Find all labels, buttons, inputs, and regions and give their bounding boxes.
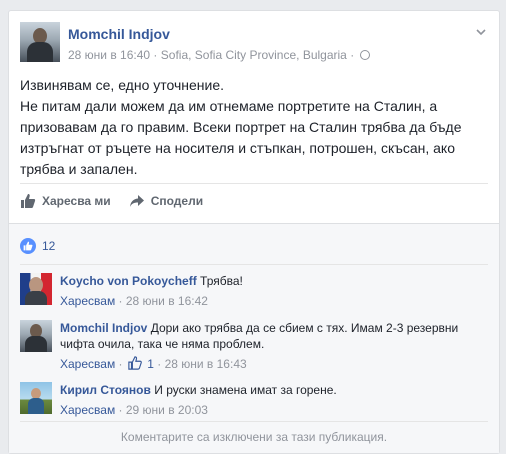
author-name[interactable]: Momchil Indjov xyxy=(68,26,170,42)
post-text-line: Не питам дали можем да им отнемаме портр… xyxy=(20,98,438,114)
comment-item: Momchil Indjov Дори ако трябва да се сби… xyxy=(20,320,488,376)
post-actions: Харесва ми Сподели xyxy=(20,189,221,213)
post-text-line: Извинявам се, едно уточнение. xyxy=(20,77,225,93)
comments-section: 12 Koycho von Pokoycheff Трябва! Харесва… xyxy=(9,223,499,453)
post-meta: 28 юни в 16:40 · Sofia, Sofia City Provi… xyxy=(68,48,370,62)
like-icon xyxy=(21,194,36,208)
comment-date[interactable]: 28 юни в 16:43 xyxy=(165,357,247,371)
divider xyxy=(20,183,488,184)
post-text-line: изтръгнат от ръцете на носителя и стъпка… xyxy=(20,140,455,156)
comment-date[interactable]: 29 юни в 20:03 xyxy=(126,403,208,417)
divider xyxy=(20,421,488,422)
comment-date[interactable]: 28 юни в 16:42 xyxy=(126,294,208,308)
chevron-down-icon[interactable] xyxy=(475,26,487,38)
author-avatar[interactable] xyxy=(20,22,60,62)
post-location[interactable]: Sofia, Sofia City Province, Bulgaria xyxy=(161,48,347,62)
share-label: Сподели xyxy=(150,194,204,208)
like-button[interactable]: Харесва ми xyxy=(20,193,111,209)
comment-like-link[interactable]: Харесвам xyxy=(60,294,115,308)
post-date[interactable]: 28 юни в 16:40 xyxy=(68,48,150,62)
comment-author[interactable]: Кирил Стоянов xyxy=(60,383,151,397)
comment-like-count[interactable]: 1 xyxy=(147,357,154,371)
share-icon xyxy=(129,195,144,207)
comment-item: Koycho von Pokoycheff Трябва! Харесвам ·… xyxy=(20,273,488,313)
commenter-avatar[interactable] xyxy=(20,273,52,305)
comment-text: Трябва! xyxy=(200,274,243,288)
commenter-avatar[interactable] xyxy=(20,320,52,352)
divider xyxy=(20,264,488,265)
post-text-line: трябва и запален. xyxy=(20,161,138,177)
likes-summary[interactable]: 12 xyxy=(20,235,55,257)
commenter-avatar[interactable] xyxy=(20,382,52,414)
like-reaction-icon xyxy=(20,238,36,254)
post-header: Momchil Indjov 28 юни в 16:40 · Sofia, S… xyxy=(20,22,489,66)
share-button[interactable]: Сподели xyxy=(129,193,203,209)
comments-closed-notice: Коментарите са изключени за тази публика… xyxy=(120,430,388,444)
comment-author[interactable]: Momchil Indjov xyxy=(60,321,147,335)
likes-count: 12 xyxy=(42,239,56,253)
comment-item: Кирил Стоянов И руски знамена имат за го… xyxy=(20,382,488,422)
globe-icon xyxy=(359,50,370,60)
post-text: Извинявам се, едно уточнение. Не питам д… xyxy=(20,75,490,180)
comment-like-link[interactable]: Харесвам xyxy=(60,357,115,371)
comment-like-link[interactable]: Харесвам xyxy=(60,403,115,417)
like-icon xyxy=(128,356,142,370)
post-text-line: призовавам да го правим. Всеки портрет н… xyxy=(20,119,462,135)
comment-text: И руски знамена имат за горене. xyxy=(154,383,337,397)
comment-author[interactable]: Koycho von Pokoycheff xyxy=(60,274,197,288)
like-label: Харесва ми xyxy=(42,194,111,208)
post-card: Momchil Indjov 28 юни в 16:40 · Sofia, S… xyxy=(8,10,500,454)
